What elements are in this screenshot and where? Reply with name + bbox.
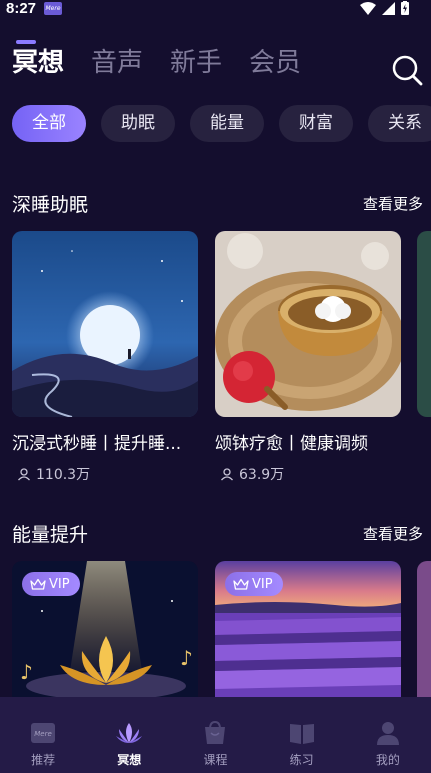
chip-sleep[interactable]: 助眠 (101, 105, 175, 142)
course-card-peek[interactable] (417, 231, 431, 417)
nav-meditation[interactable]: 冥想 (89, 697, 169, 773)
course-card[interactable]: VIP (215, 561, 401, 697)
listener-icon (18, 468, 30, 481)
svg-text:Mere: Mere (34, 730, 52, 738)
app-notification-icon: Mere (44, 2, 62, 15)
nav-label: 冥想 (117, 753, 142, 767)
chip-wealth[interactable]: 财富 (279, 105, 353, 142)
nav-profile[interactable]: 我的 (348, 697, 428, 773)
listener-icon (221, 468, 233, 481)
nav-label: 我的 (375, 753, 400, 767)
bottom-navigation: Mere 推荐 冥想 课程 练习 我的 (0, 697, 431, 773)
lotus-icon (116, 723, 143, 743)
course-card[interactable]: 颂钵疗愈丨健康调频 63.9万 (215, 231, 401, 484)
battery-icon (401, 1, 409, 15)
signal-icon (382, 1, 395, 15)
bag-icon (205, 720, 226, 744)
svg-text:♪: ♪ (180, 646, 193, 670)
chip-relationship[interactable]: 关系 (368, 105, 431, 142)
crown-icon (233, 578, 249, 590)
nav-label: 课程 (203, 753, 228, 767)
mere-logo-icon: Mere (31, 723, 56, 743)
play-count: 110.3万 (12, 464, 198, 484)
vip-badge: VIP (225, 572, 283, 596)
nav-recommend[interactable]: Mere 推荐 (3, 697, 83, 773)
tab-meditation[interactable]: 冥想 (12, 46, 64, 80)
wifi-icon (360, 1, 376, 15)
svg-text:♪: ♪ (20, 660, 33, 684)
nav-practice[interactable]: 练习 (262, 697, 342, 773)
tab-beginner[interactable]: 新手 (170, 46, 222, 80)
crown-icon (30, 578, 46, 590)
course-card-peek[interactable] (417, 561, 431, 697)
tab-membership[interactable]: 会员 (249, 46, 301, 80)
lavender-field-thumbnail: VIP (215, 561, 401, 697)
card-title: 沉浸式秒睡丨提升睡... (12, 434, 182, 454)
singing-bowl-thumbnail (215, 231, 401, 417)
card-title: 颂钵疗愈丨健康调频 (215, 434, 368, 454)
play-count-value: 63.9万 (239, 467, 285, 483)
category-chips: 全部 助眠 能量 财富 关系 (12, 105, 431, 142)
chip-energy[interactable]: 能量 (190, 105, 264, 142)
section-title-energy: 能量提升 (12, 524, 89, 546)
moon-night-thumbnail (12, 231, 198, 417)
nav-label: 练习 (289, 753, 314, 767)
course-card[interactable]: ♪ ♪ VIP (12, 561, 198, 697)
see-more-deep-sleep[interactable]: 查看更多 (363, 193, 423, 214)
play-count-value: 110.3万 (36, 467, 91, 483)
vip-badge: VIP (22, 572, 80, 596)
course-card[interactable]: 沉浸式秒睡丨提升睡... 110.3万 (12, 231, 198, 484)
user-icon (376, 722, 399, 745)
chip-all[interactable]: 全部 (12, 105, 86, 142)
play-count: 63.9万 (215, 464, 401, 484)
status-time: 8:27 (6, 0, 37, 17)
tab-audio[interactable]: 音声 (91, 46, 143, 80)
top-tab-bar: 冥想 音声 新手 会员 (12, 46, 301, 80)
book-icon (289, 724, 314, 744)
section-title-deep-sleep: 深睡助眠 (12, 194, 89, 216)
search-icon[interactable] (391, 54, 423, 86)
status-indicators (360, 0, 409, 16)
golden-lotus-thumbnail: ♪ ♪ VIP (12, 561, 198, 697)
vip-badge-label: VIP (49, 576, 70, 592)
status-bar: 8:27 Mere (0, 0, 431, 22)
see-more-energy[interactable]: 查看更多 (363, 523, 423, 544)
active-tab-indicator (16, 40, 36, 44)
nav-courses[interactable]: 课程 (175, 697, 255, 773)
vip-badge-label: VIP (252, 576, 273, 592)
nav-label: 推荐 (31, 753, 56, 767)
